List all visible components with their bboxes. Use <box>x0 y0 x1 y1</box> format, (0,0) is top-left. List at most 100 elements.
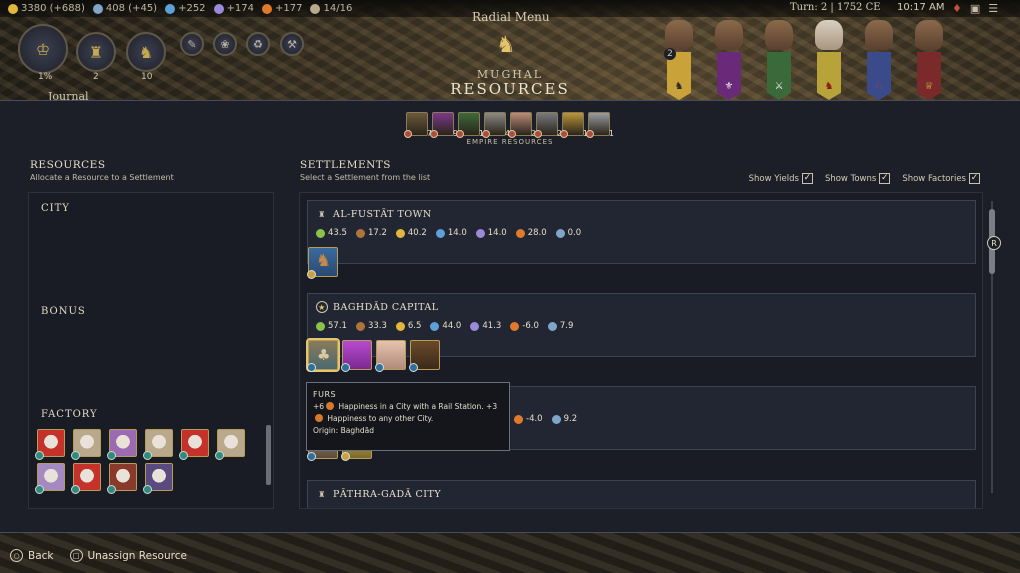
settlement-list: ♜ AL-FUSTĀT TOWN 43.5 17.2 40.2 14.0 14.… <box>299 192 983 509</box>
resource-badge-icon <box>35 451 44 460</box>
slot-badge-icon <box>341 452 350 461</box>
science-yield: 14.0 <box>435 228 467 238</box>
resource-slots: ♣ <box>306 338 440 372</box>
science-value: 14.0 <box>447 228 467 238</box>
factory-resource-tile[interactable] <box>35 429 65 460</box>
gold-value: 3380 (+688) <box>21 3 85 14</box>
settlement-card[interactable]: ★ BAGHDĀD CAPITAL 57.1 33.3 6.5 44.0 41.… <box>306 293 976 372</box>
silk-resource-slot[interactable] <box>341 340 372 372</box>
settlement-name-text: AL-FUSTĀT TOWN <box>333 208 432 220</box>
influence-icon <box>555 228 565 238</box>
show-factories-toggle[interactable]: Show Factories ✓ <box>902 173 980 184</box>
check-icon[interactable]: ✓ <box>969 173 980 184</box>
factory-resource-tile[interactable] <box>71 429 101 460</box>
category-factory: FACTORY <box>41 409 98 420</box>
help-icon[interactable]: ▣ <box>970 2 980 15</box>
tooltip-amount: +6 <box>313 402 325 411</box>
vase-hud-icon[interactable]: ♻ <box>246 32 270 56</box>
notification-icon[interactable]: ♦ <box>952 2 962 15</box>
culture-value: +174 <box>226 3 255 14</box>
check-icon[interactable]: ✓ <box>879 173 891 184</box>
gold-value: 6.5 <box>407 321 422 331</box>
factory-resource-tile[interactable] <box>107 429 137 460</box>
empire-resource-item[interactable]: 2 <box>508 112 536 138</box>
culture-icon <box>213 3 224 14</box>
happiness-value: 28.0 <box>527 228 547 238</box>
unassign-resource-button[interactable]: □ Unassign Resource <box>69 549 187 562</box>
settlement-name-text: PĀTHRA-GADĀ CITY <box>333 488 442 500</box>
culture-value: 14.0 <box>487 228 507 238</box>
empire-resource-item[interactable]: 9 <box>430 112 458 138</box>
r-stick-button-icon[interactable]: R <box>987 236 1001 250</box>
science-value: 44.0 <box>442 321 462 331</box>
show-towns-toggle[interactable]: Show Towns ✓ <box>825 173 891 184</box>
empire-resource-item[interactable]: 2 <box>534 112 562 138</box>
slot-badge-icon <box>341 363 350 372</box>
happiness-icon <box>515 228 525 238</box>
factory-resource-tile[interactable] <box>35 463 65 494</box>
horse-resource-slot[interactable]: ♞ <box>307 247 338 279</box>
clock: 10:17 AM <box>897 2 945 13</box>
empire-resource-item[interactable]: 4 <box>482 112 510 138</box>
city-icon: ♜ <box>318 489 326 499</box>
empire-resource-item[interactable]: 1 <box>560 112 588 138</box>
back-button[interactable]: ○ Back <box>10 549 54 562</box>
gold-yield: 6.5 <box>395 321 422 331</box>
page-title: RESOURCES <box>450 80 570 98</box>
culture-value: 41.3 <box>482 321 502 331</box>
settlement-yields: -4.0 9.2 <box>514 414 577 424</box>
furs-resource-slot[interactable]: ♣ <box>306 338 340 372</box>
factory-resource-tile[interactable] <box>143 463 173 494</box>
left-scrollbar[interactable] <box>266 425 271 485</box>
check-icon[interactable]: ✓ <box>801 173 813 184</box>
army-button[interactable]: ♞ <box>126 32 166 72</box>
legacy-path-button[interactable]: ♔ <box>18 24 68 74</box>
settlements-title: SETTLEMENTS <box>300 159 391 171</box>
leader-face <box>665 20 693 50</box>
show-yields-toggle[interactable]: Show Yields ✓ <box>749 173 813 184</box>
scroll-hud-icon[interactable]: ✎ <box>180 32 204 56</box>
settlement-name-text: BAGHDĀD CAPITAL <box>333 301 439 313</box>
resources-panel: 79142211 EMPIRE RESOURCES RESOURCES Allo… <box>0 100 1020 533</box>
resource-tooltip: FURS +6 Happiness in a City with a Rail … <box>306 382 510 451</box>
radial-menu-label[interactable]: Radial Menu <box>472 10 550 24</box>
display-toggles: Show Yields ✓ Show Towns ✓ Show Factorie… <box>749 173 980 184</box>
leader-face <box>915 20 943 50</box>
factory-resource-tile[interactable] <box>107 463 137 494</box>
resource-badge-icon <box>179 451 188 460</box>
lock-hud-icon[interactable]: ⚒ <box>280 32 304 56</box>
unit-button[interactable]: ♜ <box>76 32 116 72</box>
civ-emblem-icon: ♞ <box>496 33 516 58</box>
pig-resource-slot[interactable] <box>375 340 406 372</box>
influence-yield: 408 (+45) <box>92 3 157 14</box>
menu-icon[interactable]: ☰ <box>988 2 998 15</box>
resource-badge-icon <box>586 130 594 138</box>
settlement-card[interactable]: ♜ AL-FUSTĀT TOWN 43.5 17.2 40.2 14.0 14.… <box>307 200 976 279</box>
leaf-hud-icon[interactable]: ❀ <box>213 32 237 56</box>
factory-resource-tile[interactable] <box>215 429 245 460</box>
tooltip-origin: Origin: Baghdād <box>313 426 374 435</box>
influence-yield: 9.2 <box>551 414 577 424</box>
influence-value: 7.9 <box>559 321 574 331</box>
science-icon <box>435 228 445 238</box>
factory-resource-tile[interactable] <box>143 429 173 460</box>
resource-badge-icon <box>143 485 152 494</box>
empire-resource-item[interactable]: 1 <box>456 112 484 138</box>
resource-badge-icon <box>456 130 464 138</box>
empire-resource-item[interactable]: 1 <box>586 112 614 138</box>
factory-resource-tile[interactable] <box>179 429 209 460</box>
empire-resources-list: 79142211 <box>404 112 614 138</box>
settlement-name: ♜ AL-FUSTĀT TOWN <box>316 208 432 220</box>
empire-resource-item[interactable]: 7 <box>404 112 432 138</box>
settlement-yields: 43.5 17.2 40.2 14.0 14.0 28.0 0.0 <box>316 228 581 238</box>
settlement-card[interactable]: ♜ PĀTHRA-GADĀ CITY <box>307 480 976 508</box>
factory-resource-tile[interactable] <box>71 463 101 494</box>
production-icon <box>355 228 365 238</box>
slot-badge-icon <box>375 363 384 372</box>
empire-resources-label: EMPIRE RESOURCES <box>466 138 554 146</box>
food-value: 57.1 <box>328 321 347 331</box>
gold-value: 40.2 <box>407 228 427 238</box>
resource-badge-icon <box>107 485 116 494</box>
tools-resource-slot[interactable] <box>409 340 440 372</box>
leader-face <box>865 20 893 50</box>
